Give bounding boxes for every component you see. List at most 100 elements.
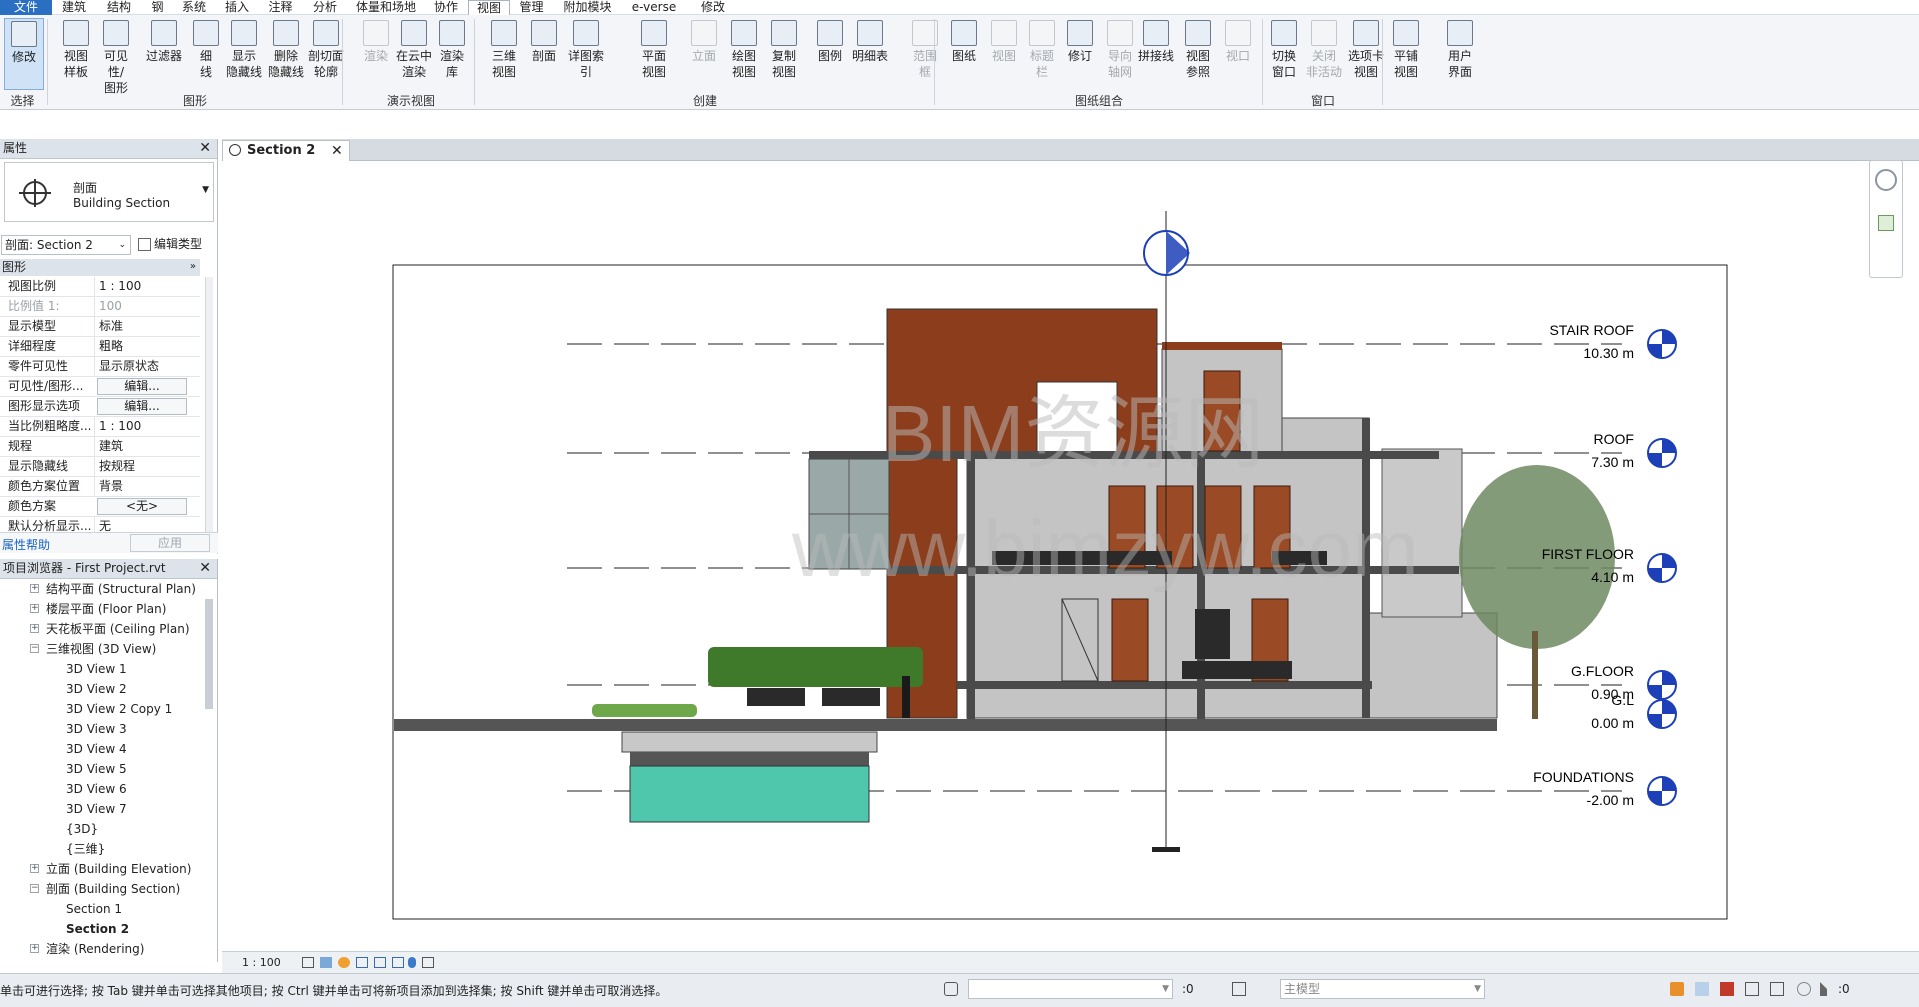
select-face-icon[interactable] xyxy=(1745,982,1759,996)
property-edit-button[interactable]: 编辑... xyxy=(97,378,187,395)
ribbon-button[interactable]: 细线 xyxy=(186,18,226,90)
browser-tree-item[interactable]: {3D} xyxy=(66,821,98,837)
ribbon-button[interactable]: 视图 参照 xyxy=(1178,18,1218,90)
menu-tab[interactable]: 修改 xyxy=(686,0,740,15)
menu-tab[interactable]: 附加模块 xyxy=(553,0,622,15)
close-properties-icon[interactable]: ✕ xyxy=(199,139,211,158)
menu-tab[interactable]: 协作 xyxy=(424,0,468,15)
sun-path-icon[interactable] xyxy=(338,957,350,968)
ribbon-button[interactable]: 拼接线 xyxy=(1136,18,1176,90)
menu-tab[interactable]: 注释 xyxy=(259,0,302,15)
ribbon-button[interactable]: 切换 窗口 xyxy=(1264,18,1304,90)
ribbon-button[interactable]: 修改 xyxy=(4,18,44,90)
expand-toggle-icon[interactable]: + xyxy=(30,584,39,593)
browser-tree-item[interactable]: 3D View 5 xyxy=(66,761,127,777)
instance-selector[interactable]: 剖面: Section 2 ⌄ xyxy=(1,235,131,255)
browser-tree-item[interactable]: 3D View 2 xyxy=(66,681,127,697)
expand-toggle-icon[interactable]: − xyxy=(30,644,39,653)
browser-tree-item[interactable]: + 立面 (Building Elevation) xyxy=(30,861,191,877)
ribbon-button[interactable]: 复制 视图 xyxy=(764,18,804,90)
drawing-canvas[interactable]: BIM资源网 www.bimzyw.com STAIR ROOF 10.30 m R… xyxy=(222,161,1919,951)
shadows-icon[interactable] xyxy=(356,957,368,968)
property-row[interactable]: 显示模型 标准 xyxy=(0,317,200,337)
temp-hide-icon[interactable] xyxy=(422,957,434,968)
category-graphics[interactable]: 图形 » xyxy=(0,259,200,276)
browser-tree-item[interactable]: + 楼层平面 (Floor Plan) xyxy=(30,601,166,617)
ribbon-button[interactable]: 视图 xyxy=(984,18,1024,90)
browser-tree-item[interactable]: + 天花板平面 (Ceiling Plan) xyxy=(30,621,190,637)
ribbon-button[interactable]: 导向 轴网 xyxy=(1100,18,1140,90)
select-underlay-icon[interactable] xyxy=(1695,982,1709,996)
type-selector[interactable]: 剖面 Building Section ▼ xyxy=(4,162,214,222)
visual-style-icon[interactable] xyxy=(320,957,332,968)
ribbon-button[interactable]: 过滤器 xyxy=(144,18,184,90)
browser-tree-item[interactable]: 3D View 7 xyxy=(66,801,127,817)
browser-tree-item[interactable]: 3D View 1 xyxy=(66,661,127,677)
menu-tab[interactable]: 建筑 xyxy=(52,0,96,15)
expand-toggle-icon[interactable]: + xyxy=(30,624,39,633)
ribbon-button[interactable]: 详图索引 xyxy=(566,18,606,90)
property-value[interactable]: 1 : 100 xyxy=(94,417,200,437)
expand-toggle-icon[interactable]: + xyxy=(30,604,39,613)
ribbon-button[interactable]: 视口 xyxy=(1218,18,1258,90)
expand-toggle-icon[interactable]: + xyxy=(30,864,39,873)
ribbon-button[interactable]: 可见性/图形 xyxy=(96,18,136,95)
ribbon-button[interactable]: 视图 样板 xyxy=(56,18,96,90)
ribbon-button[interactable]: 选项卡 视图 xyxy=(1346,18,1386,90)
expand-toggle-icon[interactable]: − xyxy=(30,884,39,893)
expand-toggle-icon[interactable]: + xyxy=(30,944,39,953)
property-row[interactable]: 零件可见性 显示原状态 xyxy=(0,357,200,377)
ribbon-button[interactable]: 修订 xyxy=(1060,18,1100,90)
browser-tree-item[interactable]: + 结构平面 (Structural Plan) xyxy=(30,581,196,597)
browser-tree-item[interactable]: Section 2 xyxy=(66,921,129,937)
browser-scrollbar[interactable] xyxy=(205,599,213,709)
ribbon-button[interactable]: 立面 xyxy=(684,18,724,90)
design-option-dropdown[interactable]: 主模型 ▼ xyxy=(1280,979,1485,999)
ribbon-button[interactable]: 绘图 视图 xyxy=(724,18,764,90)
level-head[interactable]: STAIR ROOF 10.30 m xyxy=(1549,322,1677,361)
ribbon-button[interactable]: 渲染 xyxy=(356,18,396,90)
browser-tree-item[interactable]: 3D View 6 xyxy=(66,781,127,797)
menu-tab[interactable]: 文件 xyxy=(0,0,52,15)
properties-help-link[interactable]: 属性帮助 xyxy=(2,536,50,553)
property-value[interactable]: 100 xyxy=(94,297,200,317)
document-tab-section-2[interactable]: Section 2 ✕ xyxy=(222,140,350,161)
edit-type-button[interactable]: 编辑类型 xyxy=(138,235,216,255)
pin-icon[interactable] xyxy=(408,957,416,968)
crop-view-icon[interactable] xyxy=(374,957,386,968)
menu-tab[interactable]: 钢 xyxy=(142,0,173,15)
browser-tree-item[interactable]: 3D View 4 xyxy=(66,741,127,757)
browser-tree-item[interactable]: Section 1 xyxy=(66,901,122,917)
select-pinned-icon[interactable] xyxy=(1720,982,1734,996)
apply-button[interactable]: 应用 xyxy=(130,534,210,552)
property-row[interactable]: 当比例粗略度... 1 : 100 xyxy=(0,417,200,437)
workset-dropdown[interactable]: ▼ xyxy=(968,979,1173,999)
browser-tree-item[interactable]: 3D View 3 xyxy=(66,721,127,737)
ribbon-button[interactable]: 渲染库 xyxy=(432,18,472,90)
ribbon-button[interactable]: 在云中 渲染 xyxy=(394,18,434,90)
detail-level-icon[interactable] xyxy=(302,957,314,968)
ribbon-button[interactable]: 平面 视图 xyxy=(634,18,674,90)
level-head[interactable]: FOUNDATIONS -2.00 m xyxy=(1533,769,1677,808)
ribbon-button[interactable]: 明细表 xyxy=(850,18,890,90)
menu-tab[interactable]: 系统 xyxy=(173,0,215,15)
level-head[interactable]: ROOF 7.30 m xyxy=(1591,431,1677,470)
ribbon-button[interactable]: 范围框 xyxy=(905,18,945,90)
navigation-bar[interactable] xyxy=(1869,160,1903,278)
property-value[interactable]: 背景 xyxy=(94,477,200,497)
browser-tree-item[interactable]: 3D View 2 Copy 1 xyxy=(66,701,172,717)
filter-icon[interactable] xyxy=(1820,982,1834,996)
property-row[interactable]: 图形显示选项 编辑... xyxy=(0,397,200,417)
drag-elements-icon[interactable] xyxy=(1770,982,1784,996)
browser-tree-item[interactable]: + 渲染 (Rendering) xyxy=(30,941,144,957)
ribbon-button[interactable]: 显示 隐藏线 xyxy=(224,18,264,90)
property-row[interactable]: 颜色方案位置 背景 xyxy=(0,477,200,497)
menu-tab[interactable]: 管理 xyxy=(510,0,553,15)
select-links-icon[interactable] xyxy=(1670,982,1684,996)
property-row[interactable]: 规程 建筑 xyxy=(0,437,200,457)
ribbon-button[interactable]: 平铺 视图 xyxy=(1386,18,1426,90)
property-row[interactable]: 比例值 1: 100 xyxy=(0,297,200,317)
menu-tab[interactable]: 视图 xyxy=(468,0,510,15)
show-crop-icon[interactable] xyxy=(392,957,404,968)
browser-tree-item[interactable]: − 三维视图 (3D View) xyxy=(30,641,156,657)
